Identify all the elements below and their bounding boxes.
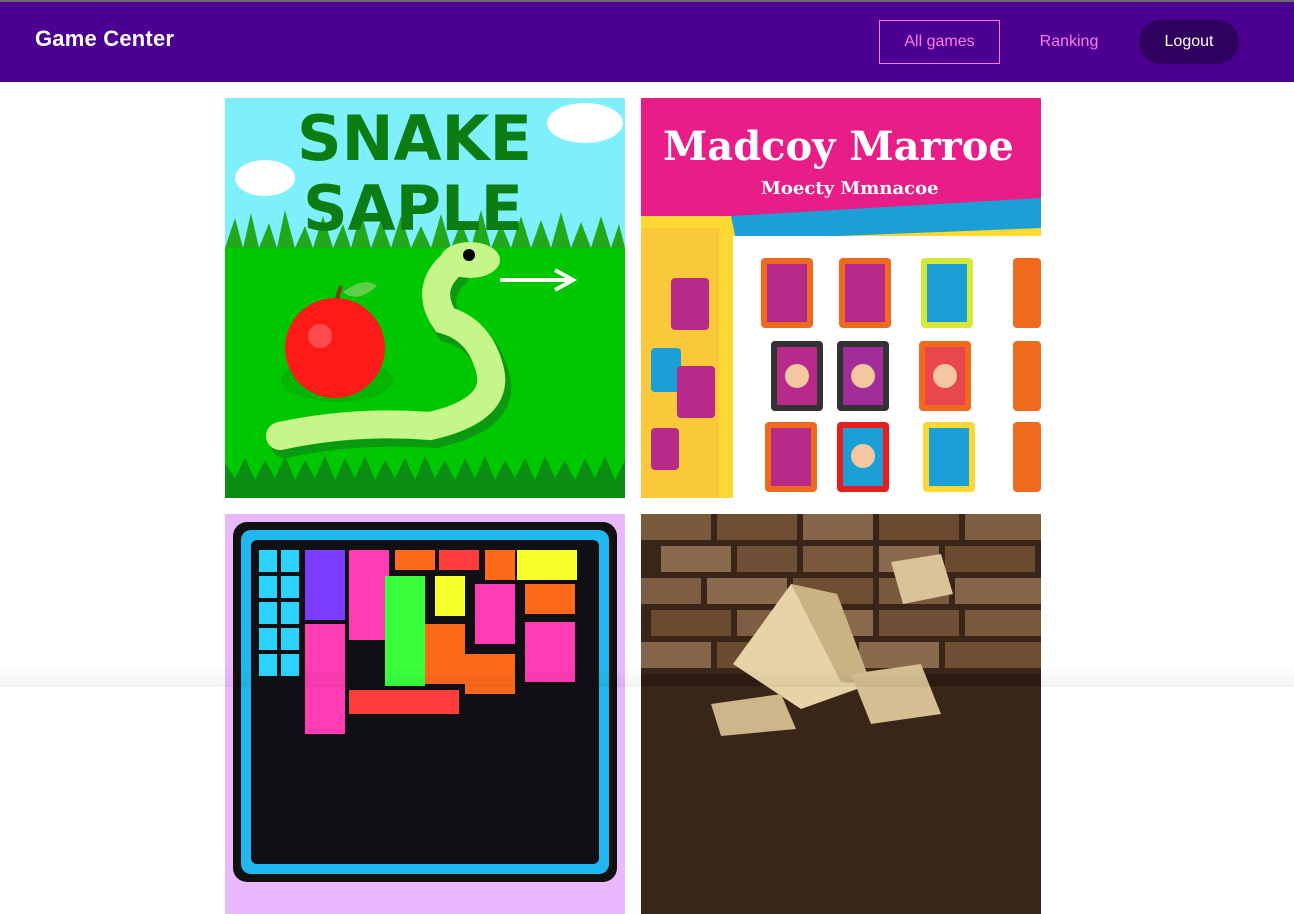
game-card-memory[interactable]: Madcoy Marroe Moecty Mmnacoe (641, 98, 1041, 498)
bottom-scroll-shadow (0, 667, 1294, 687)
bricks-game-thumbnail (641, 514, 1041, 914)
tetris-game-thumbnail (225, 514, 625, 914)
game-card-snake[interactable]: SNAKE SAPLE (225, 98, 625, 498)
snake-game-thumbnail: SNAKE SAPLE (225, 98, 625, 498)
logout-button[interactable]: Logout (1139, 20, 1239, 64)
memory-thumb-subtitle: Moecty Mmnacoe (761, 178, 939, 199)
snake-thumb-text-2: SAPLE (303, 172, 523, 245)
game-card-tetris[interactable] (225, 514, 625, 914)
app-title[interactable]: Game Center (35, 26, 174, 52)
nav-all-games-button[interactable]: All games (879, 20, 1000, 64)
memory-thumb-title: Madcoy Marroe (663, 123, 1014, 170)
top-navbar: Game Center All games Ranking Logout (0, 2, 1294, 82)
memory-game-thumbnail: Madcoy Marroe Moecty Mmnacoe (641, 98, 1041, 498)
snake-thumb-text-1: SNAKE (297, 102, 532, 175)
game-card-bricks[interactable] (641, 514, 1041, 914)
nav-ranking-link[interactable]: Ranking (1021, 20, 1117, 64)
